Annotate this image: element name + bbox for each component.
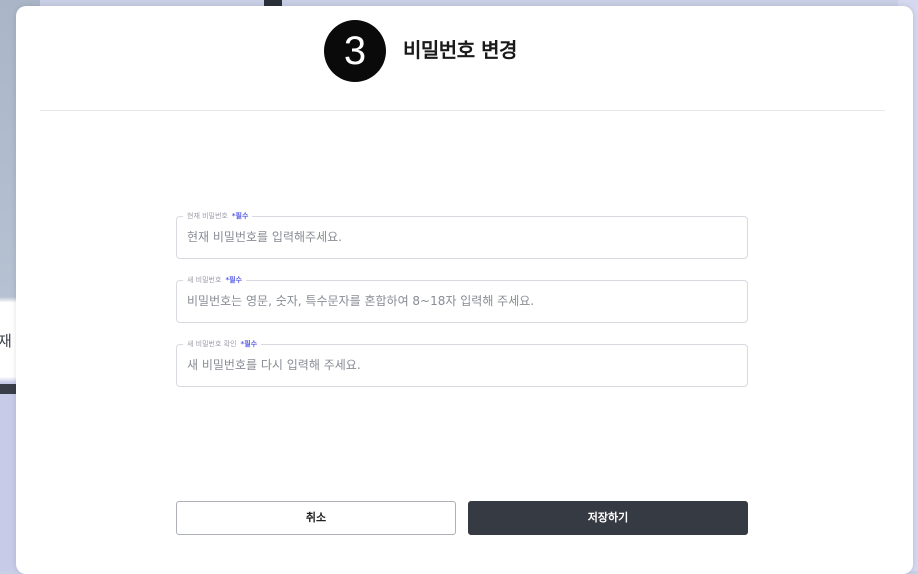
confirm-password-label: 새 비밀번호 확인 *필수 — [183, 338, 262, 350]
header-divider — [40, 110, 885, 111]
current-password-label: 현재 비밀번호 *필수 — [183, 210, 253, 222]
new-password-field: 새 비밀번호 *필수 — [176, 274, 748, 323]
step-number-badge: 3 — [324, 20, 386, 82]
required-marker: *필수 — [240, 340, 258, 348]
save-button[interactable]: 저장하기 — [468, 501, 748, 535]
confirm-password-field: 새 비밀번호 확인 *필수 — [176, 338, 748, 387]
required-marker: *필수 — [225, 276, 242, 284]
current-password-input[interactable] — [187, 225, 727, 249]
required-marker: *필수 — [231, 212, 249, 220]
background-app-text: 재 — [0, 332, 12, 350]
new-password-label: 새 비밀번호 *필수 — [183, 274, 246, 286]
confirm-password-input[interactable] — [187, 353, 727, 377]
current-password-field: 현재 비밀번호 *필수 — [176, 210, 748, 259]
new-password-input[interactable] — [187, 289, 727, 313]
modal-header: 3 비밀번호 변경 — [16, 6, 913, 110]
change-password-modal: 3 비밀번호 변경 현재 비밀번호 *필수 새 비밀번호 *필수 새 비밀번호 확인… — [16, 6, 913, 574]
modal-title: 비밀번호 변경 — [403, 38, 517, 62]
cancel-button[interactable]: 취소 — [176, 501, 456, 535]
